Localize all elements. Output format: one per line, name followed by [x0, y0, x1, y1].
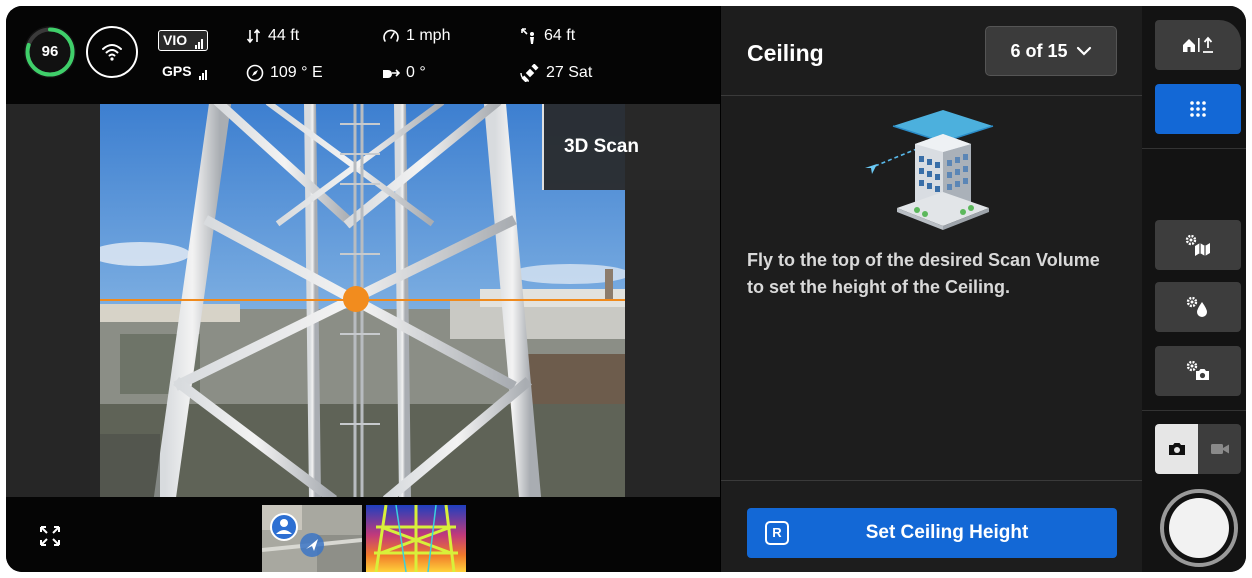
vertical-distance-value: 44 ft	[268, 27, 300, 44]
obstacle-settings-button[interactable]	[1155, 282, 1241, 332]
wifi-icon	[102, 44, 122, 61]
photo-camera-icon	[1168, 443, 1185, 455]
speedometer-icon	[383, 29, 399, 42]
home-altitude-button[interactable]	[1155, 20, 1241, 70]
instruction-panel: Ceiling 6 of 15 Fly to the top of the de…	[720, 6, 1143, 572]
r-key-hint: R	[765, 521, 789, 545]
map-settings-button[interactable]	[1155, 220, 1241, 270]
shutter-button[interactable]	[1160, 489, 1238, 567]
vio-label: VIO	[163, 32, 188, 48]
fullscreen-button[interactable]	[39, 525, 61, 547]
speed-value: 1 mph	[406, 27, 451, 44]
set-ceiling-height-label: Set Ceiling Height	[865, 522, 1029, 543]
bottom-strip	[6, 497, 720, 572]
chevron-down-icon	[1076, 46, 1091, 56]
home-altitude-icon	[1183, 36, 1213, 53]
satellite-count: 27 Sat	[520, 64, 592, 82]
gimbal-angle-value: 0 °	[406, 64, 426, 81]
speed: 1 mph	[382, 27, 450, 45]
camera-view[interactable]: 3D Scan	[6, 104, 720, 497]
gear-map-icon	[1185, 234, 1210, 256]
gimbal-icon	[383, 69, 400, 78]
telemetry-bar: 96 VIO GPS 44 ft 109 ° E 1 mph 0 ° 64 ft…	[6, 6, 720, 104]
map-thumbnail[interactable]	[262, 505, 362, 572]
satellite-icon	[520, 64, 539, 82]
panel-title: Ceiling	[747, 40, 824, 66]
grid-dots-icon	[1190, 101, 1206, 117]
signal-bars-icon	[199, 64, 208, 80]
instruction-text: Fly to the top of the desired Scan Volum…	[747, 250, 1100, 297]
step-selector[interactable]: 6 of 15	[985, 26, 1117, 76]
flight-app: 96 VIO GPS 44 ft 109 ° E 1 mph 0 ° 64 ft…	[6, 6, 1246, 572]
thermal-thumbnail[interactable]	[366, 505, 466, 572]
grid-menu-button[interactable]	[1155, 84, 1241, 134]
horizon-marker[interactable]	[343, 286, 369, 312]
ceiling-illustration	[857, 108, 1007, 232]
step-indicator: 6 of 15	[1010, 40, 1068, 61]
set-ceiling-height-button[interactable]: R Set Ceiling Height	[747, 508, 1117, 558]
gear-camera-icon	[1186, 360, 1209, 380]
building-ceiling-icon	[865, 110, 994, 230]
gear-drop-icon	[1186, 296, 1207, 317]
gimbal-angle: 0 °	[382, 64, 426, 82]
video-mode-button[interactable]	[1198, 424, 1241, 474]
compass-icon	[246, 64, 264, 82]
vio-signal: VIO	[158, 30, 209, 51]
shutter-inner	[1169, 498, 1229, 558]
panel-header: Ceiling 6 of 15	[721, 6, 1143, 96]
mode-tag: 3D Scan	[542, 104, 720, 190]
tool-rail	[1142, 6, 1246, 572]
panel-footer: R Set Ceiling Height	[721, 480, 1143, 572]
camera-settings-button[interactable]	[1155, 346, 1241, 396]
capture-mode-toggle[interactable]	[1155, 424, 1241, 474]
signal-bars-icon	[195, 33, 204, 49]
distance-from-home-value: 64 ft	[544, 27, 576, 44]
gps-label: GPS	[162, 63, 192, 79]
heading: 109 ° E	[246, 64, 323, 82]
battery-indicator[interactable]: 96	[24, 26, 76, 78]
gps-signal: GPS	[162, 63, 208, 80]
battery-value: 96	[41, 43, 59, 60]
vertical-arrows-icon	[246, 28, 261, 44]
video-camera-icon	[1210, 444, 1229, 454]
rail-divider	[1142, 148, 1246, 149]
vertical-distance: 44 ft	[246, 27, 299, 45]
rail-divider	[1142, 410, 1246, 411]
photo-mode-button[interactable]	[1155, 424, 1198, 474]
connection-indicator[interactable]	[86, 26, 138, 78]
satellite-count-value: 27 Sat	[546, 64, 593, 81]
distance-from-home: 64 ft	[520, 27, 575, 45]
expand-icon	[40, 526, 60, 546]
heading-value: 109 ° E	[270, 64, 323, 81]
home-distance-icon	[521, 28, 534, 44]
